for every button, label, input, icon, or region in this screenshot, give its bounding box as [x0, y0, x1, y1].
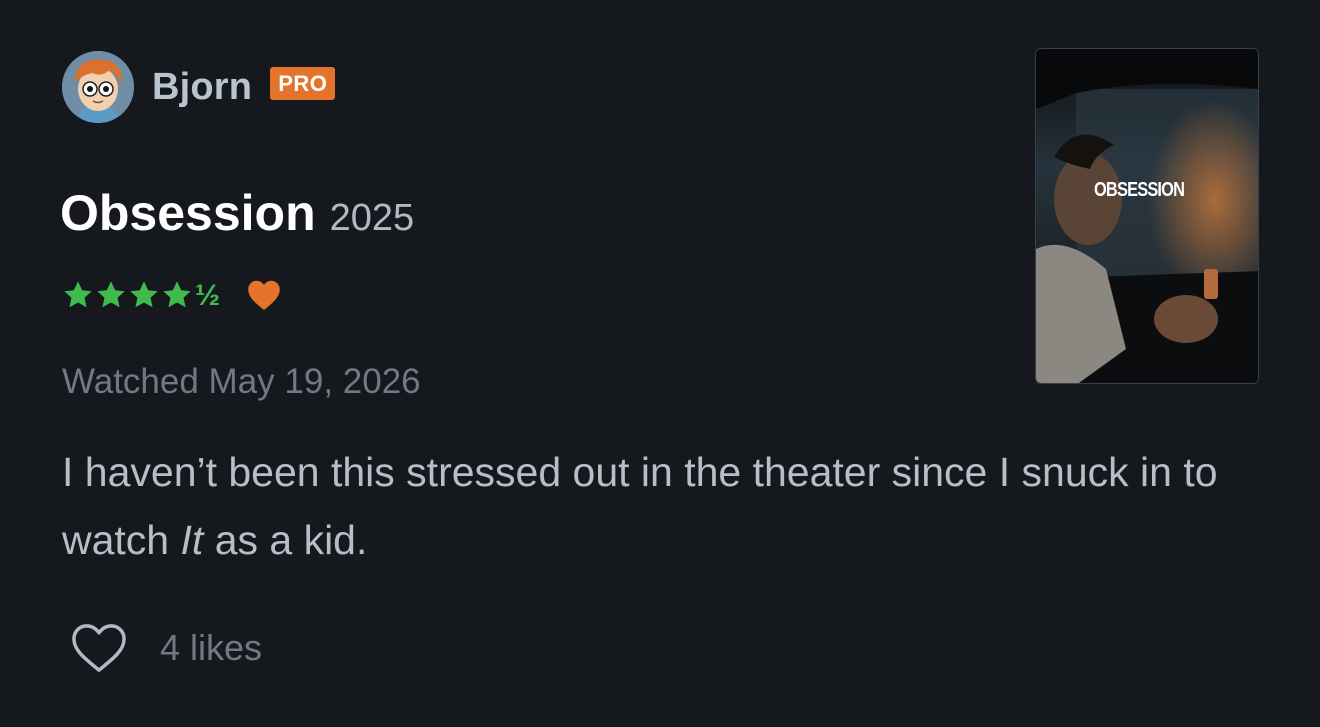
- half-star: ½: [195, 279, 221, 312]
- star-icon: [163, 281, 191, 308]
- liked-heart-icon: [248, 280, 280, 310]
- film-title[interactable]: Obsession: [60, 184, 316, 242]
- username[interactable]: Bjorn: [152, 66, 252, 109]
- review-text: I haven’t been this stressed out in the …: [62, 438, 1242, 574]
- likes-count[interactable]: 4 likes: [160, 627, 262, 669]
- avatar-cartoon-boy-icon: [62, 51, 134, 123]
- likes-row[interactable]: 4 likes: [70, 620, 262, 676]
- review-card: Bjorn PRO Obsession 2025 ½ Watched May 1…: [0, 0, 1320, 727]
- star-icon: [97, 281, 125, 308]
- film-year[interactable]: 2025: [330, 197, 415, 240]
- film-title-row[interactable]: Obsession 2025: [60, 184, 414, 242]
- heart-outline-icon[interactable]: [70, 622, 128, 674]
- review-text-italic: It: [180, 517, 204, 563]
- pro-badge: PRO: [270, 66, 336, 100]
- star-icon: [64, 281, 92, 308]
- star-icon: [130, 281, 158, 308]
- rating-row: ½: [62, 272, 282, 318]
- film-poster[interactable]: OBSESSION: [1035, 48, 1259, 384]
- watched-date: Watched May 19, 2026: [62, 362, 421, 401]
- author-row[interactable]: Bjorn PRO: [62, 50, 336, 124]
- avatar[interactable]: [62, 51, 134, 123]
- poster-image: [1036, 49, 1258, 383]
- poster-title: OBSESSION: [1094, 179, 1185, 201]
- review-text-part: as a kid.: [203, 517, 368, 563]
